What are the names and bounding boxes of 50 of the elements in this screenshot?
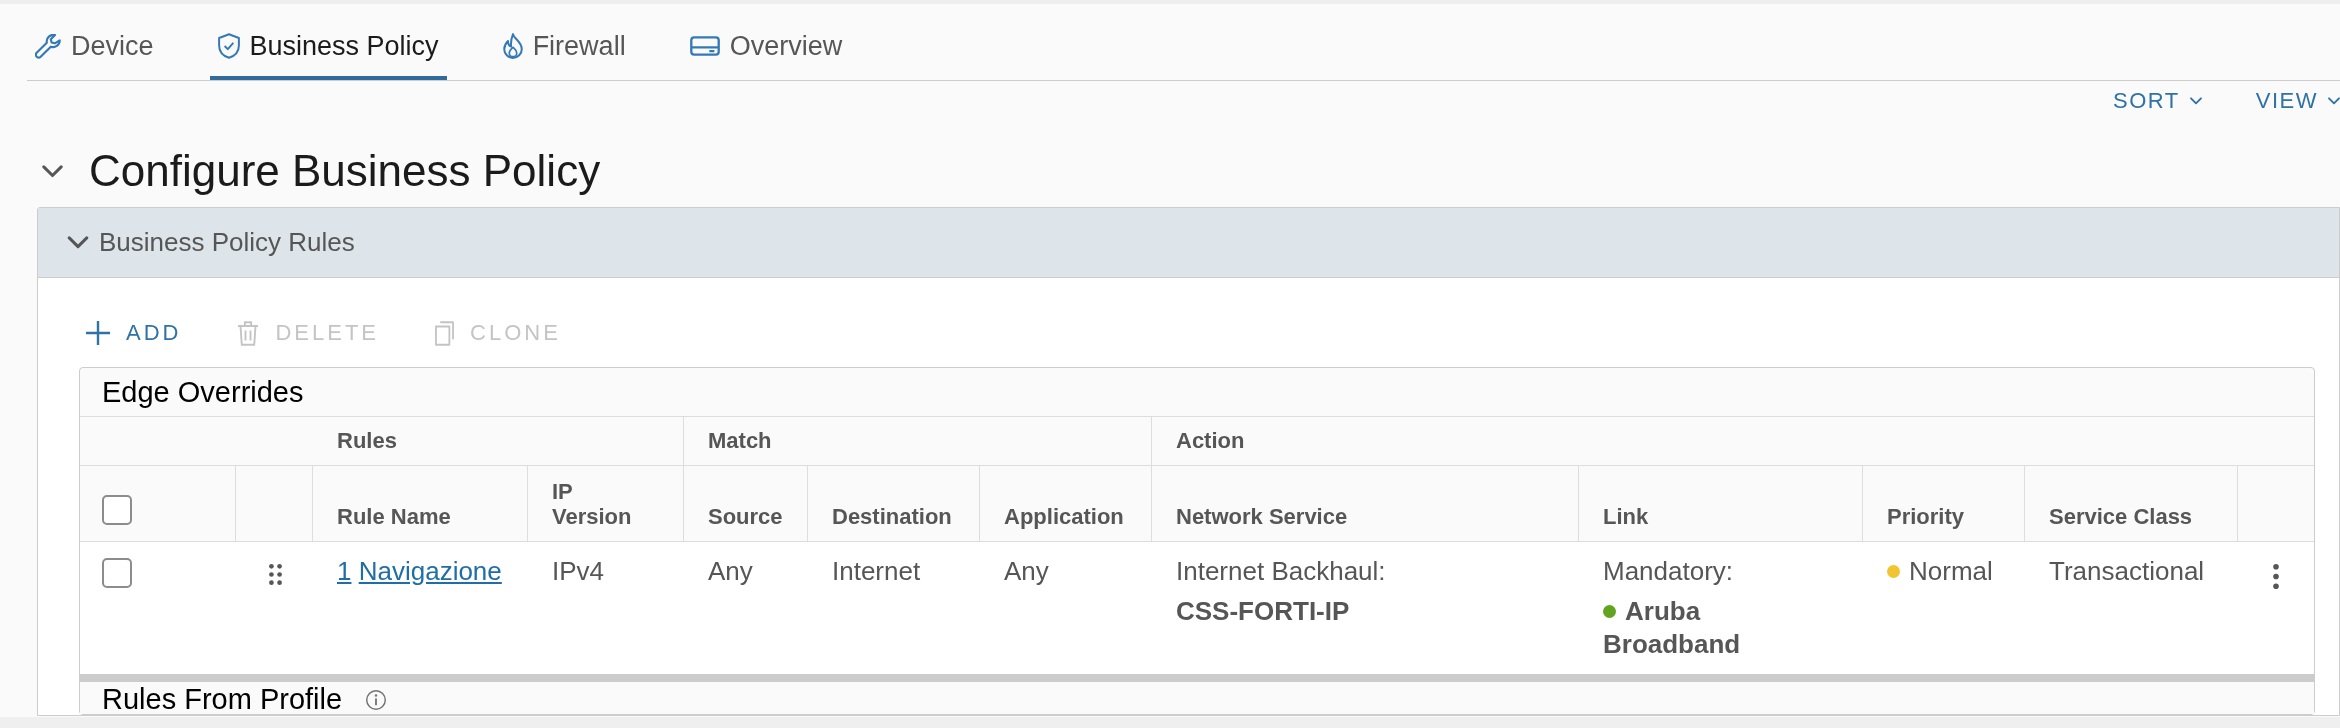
- rule-name-link[interactable]: 1 Navigazione: [337, 556, 502, 586]
- info-icon[interactable]: [366, 690, 387, 710]
- wrench-icon: [35, 33, 61, 59]
- tab[interactable]: Overview: [681, 4, 851, 80]
- link-label: Mandatory:: [1603, 555, 1735, 588]
- column-header[interactable]: Destination: [832, 504, 952, 529]
- chevron-down-icon[interactable]: [67, 236, 89, 249]
- network-service-label: Internet Backhaul:: [1176, 555, 1387, 588]
- plus-icon: [86, 321, 110, 345]
- section-title: Rules From Profile: [102, 683, 343, 715]
- priority-value: Normal: [1909, 556, 1993, 586]
- service-class-value: Transactional: [2049, 556, 2205, 586]
- panel-title: Business Policy Rules: [99, 227, 355, 258]
- dropdown-button[interactable]: SORT: [2113, 88, 2202, 114]
- tab[interactable]: Business Policy: [209, 4, 447, 80]
- column-group-header: Match: [708, 428, 772, 453]
- select-all-checkbox[interactable]: [102, 495, 132, 525]
- column-header[interactable]: Source: [708, 504, 783, 529]
- drive-icon: [689, 36, 720, 56]
- copy-icon: [435, 320, 455, 346]
- row-checkbox[interactable]: [102, 558, 132, 588]
- column-header[interactable]: Application: [1004, 504, 1124, 529]
- link-name: Aruba Broadband: [1603, 596, 1741, 659]
- dropdown-button[interactable]: VIEW: [2255, 88, 2340, 114]
- column-group-header: Rules: [337, 428, 397, 453]
- chevron-down-icon[interactable]: [42, 164, 63, 178]
- ip-version-value: IPv4: [552, 556, 605, 586]
- source-value: Any: [708, 556, 753, 586]
- shield-check-icon: [217, 33, 240, 59]
- column-header[interactable]: IP Version: [552, 479, 642, 529]
- column-header[interactable]: Service Class: [2049, 504, 2193, 529]
- column-header[interactable]: Network Service: [1176, 504, 1348, 529]
- chevron-down-icon: [2189, 97, 2202, 105]
- drag-handle-icon[interactable]: [269, 564, 282, 585]
- application-value: Any: [1004, 556, 1049, 586]
- network-service-name: CSS-FORTI-IP: [1176, 595, 1351, 628]
- add-button[interactable]: ADD: [79, 315, 189, 351]
- column-group-header: Action: [1176, 428, 1245, 453]
- tab[interactable]: Device: [27, 4, 162, 80]
- page-title: Configure Business Policy: [89, 145, 601, 197]
- tab[interactable]: Firewall: [494, 4, 634, 80]
- more-icon[interactable]: [2273, 564, 2279, 589]
- destination-value: Internet: [832, 556, 921, 586]
- chevron-down-icon: [2328, 97, 2340, 105]
- column-header[interactable]: Priority: [1887, 504, 1965, 529]
- flame-icon: [502, 33, 523, 59]
- trash-icon: [237, 320, 260, 346]
- table-title: Edge Overrides: [102, 375, 304, 408]
- column-header[interactable]: Link: [1603, 504, 1649, 529]
- column-header[interactable]: Rule Name: [337, 504, 451, 529]
